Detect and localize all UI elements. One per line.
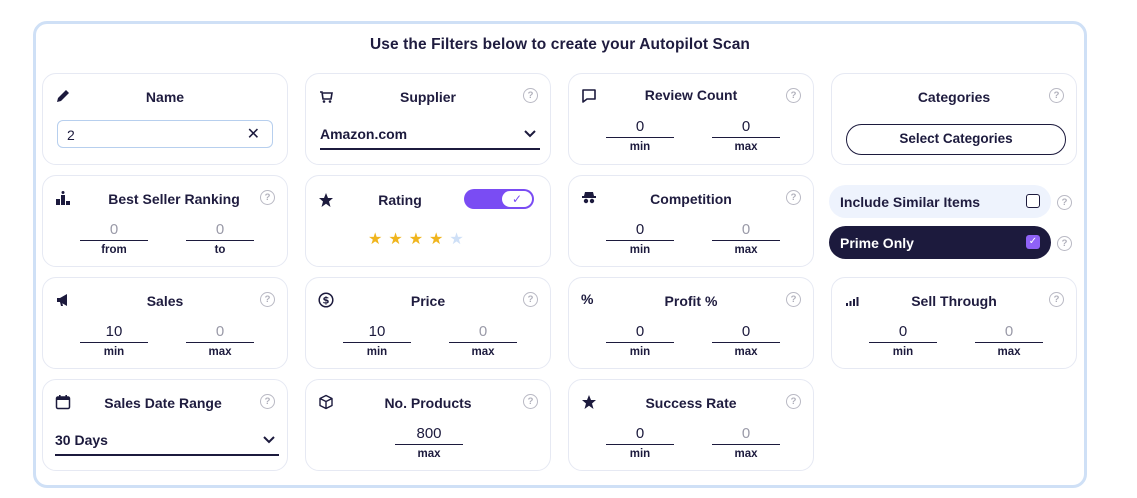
max-label: max xyxy=(734,448,758,460)
profit-title: Profit % xyxy=(664,293,718,309)
sell-through-max-input[interactable]: 0 xyxy=(975,323,1043,343)
bsr-to-input[interactable]: 0 xyxy=(186,221,254,241)
min-label: min xyxy=(629,244,651,256)
rating-stars[interactable]: ★ ★ ★ ★ ★ xyxy=(368,229,470,248)
help-icon[interactable]: ? xyxy=(1049,292,1064,307)
to-label: to xyxy=(214,244,226,256)
name-card: Name 2 ✕ xyxy=(42,73,288,165)
rating-toggle[interactable]: ✓ xyxy=(464,189,534,209)
sales-date-select[interactable]: 30 Days xyxy=(55,430,279,456)
prime-only-checkbox[interactable]: ✓ xyxy=(1026,235,1040,249)
sales-date-card: Sales Date Range ? 30 Days xyxy=(42,379,288,471)
name-input[interactable]: 2 ✕ xyxy=(57,120,273,148)
supplier-card: Supplier ? Amazon.com xyxy=(305,73,551,165)
sell-through-min-input[interactable]: 0 xyxy=(869,323,937,343)
sales-title: Sales xyxy=(146,293,184,309)
help-icon[interactable]: ? xyxy=(786,190,801,205)
help-icon[interactable]: ? xyxy=(523,292,538,307)
bsr-from-input[interactable]: 0 xyxy=(80,221,148,241)
categories-title: Categories xyxy=(917,89,991,105)
help-icon[interactable]: ? xyxy=(786,292,801,307)
help-icon[interactable]: ? xyxy=(523,394,538,409)
products-title: No. Products xyxy=(384,395,472,411)
name-input-value: 2 xyxy=(67,127,75,143)
success-rate-title: Success Rate xyxy=(645,395,737,411)
from-label: from xyxy=(101,244,127,256)
sales-max-input[interactable]: 0 xyxy=(186,323,254,343)
clear-icon[interactable]: ✕ xyxy=(247,124,260,144)
profit-card: % Profit % ? 0 min 0 max xyxy=(568,277,814,369)
min-label: min xyxy=(892,346,914,358)
sales-date-title: Sales Date Range xyxy=(104,395,222,411)
chevron-down-icon xyxy=(524,130,536,138)
help-icon[interactable]: ? xyxy=(523,88,538,103)
include-similar-toggle[interactable]: Include Similar Items xyxy=(829,185,1051,218)
max-label: max xyxy=(734,346,758,358)
products-max-input[interactable]: 800 xyxy=(395,425,463,445)
include-similar-label: Include Similar Items xyxy=(840,194,981,210)
competition-max-input[interactable]: 0 xyxy=(712,221,780,241)
help-icon[interactable]: ? xyxy=(1049,88,1064,103)
min-label: min xyxy=(629,346,651,358)
max-label: max xyxy=(208,346,232,358)
supplier-selected-value: Amazon.com xyxy=(320,126,408,142)
best-seller-card: Best Seller Ranking ? 0 from 0 to xyxy=(42,175,288,267)
toggle-knob: ✓ xyxy=(502,191,532,207)
competition-title: Competition xyxy=(650,191,732,207)
rating-star[interactable]: ★ xyxy=(429,229,443,249)
prime-only-toggle[interactable]: Prime Only ✓ xyxy=(829,226,1051,259)
review-count-min-input[interactable]: 0 xyxy=(606,118,674,138)
supplier-title: Supplier xyxy=(399,89,456,105)
min-label: min xyxy=(366,346,388,358)
sales-card: Sales ? 10 min 0 max xyxy=(42,277,288,369)
review-count-max-input[interactable]: 0 xyxy=(712,118,780,138)
chevron-down-icon xyxy=(263,436,275,444)
categories-card: Categories ? Select Categories xyxy=(831,73,1077,165)
price-card: $ Price ? 10 min 0 max xyxy=(305,277,551,369)
max-label: max xyxy=(471,346,495,358)
name-title: Name xyxy=(145,89,185,105)
sell-through-title: Sell Through xyxy=(911,293,997,309)
include-similar-checkbox[interactable] xyxy=(1026,194,1040,208)
min-label: min xyxy=(629,448,651,460)
help-icon[interactable]: ? xyxy=(1057,236,1072,251)
price-title: Price xyxy=(410,293,446,309)
help-icon[interactable]: ? xyxy=(1057,195,1072,210)
help-icon[interactable]: ? xyxy=(260,292,275,307)
max-label: max xyxy=(997,346,1021,358)
price-min-input[interactable]: 10 xyxy=(343,323,411,343)
price-max-input[interactable]: 0 xyxy=(449,323,517,343)
rating-star[interactable]: ★ xyxy=(409,229,423,249)
success-rate-max-input[interactable]: 0 xyxy=(712,425,780,445)
review-count-card: Review Count ? 0 min 0 max xyxy=(568,73,814,165)
help-icon[interactable]: ? xyxy=(786,88,801,103)
rating-card: Rating ✓ ★ ★ ★ ★ ★ xyxy=(305,175,551,267)
max-label: max xyxy=(734,141,758,153)
supplier-select[interactable]: Amazon.com xyxy=(320,124,540,150)
min-label: min xyxy=(103,346,125,358)
max-label: max xyxy=(417,448,441,460)
success-rate-card: Success Rate ? 0 min 0 max xyxy=(568,379,814,471)
rating-star[interactable]: ★ xyxy=(388,229,402,249)
select-categories-button[interactable]: Select Categories xyxy=(846,124,1066,155)
profit-max-input[interactable]: 0 xyxy=(712,323,780,343)
prime-only-label: Prime Only xyxy=(840,235,914,251)
help-icon[interactable]: ? xyxy=(260,394,275,409)
rating-star[interactable]: ★ xyxy=(449,229,463,249)
sales-min-input[interactable]: 10 xyxy=(80,323,148,343)
rating-star[interactable]: ★ xyxy=(368,229,382,249)
profit-min-input[interactable]: 0 xyxy=(606,323,674,343)
products-card: No. Products ? 800 max xyxy=(305,379,551,471)
min-label: min xyxy=(629,141,651,153)
competition-min-input[interactable]: 0 xyxy=(606,221,674,241)
competition-card: Competition ? 0 min 0 max xyxy=(568,175,814,267)
max-label: max xyxy=(734,244,758,256)
sell-through-card: Sell Through ? 0 min 0 max xyxy=(831,277,1077,369)
sales-date-selected-value: 30 Days xyxy=(55,432,108,448)
help-icon[interactable]: ? xyxy=(786,394,801,409)
page-title: Use the Filters below to create your Aut… xyxy=(369,36,751,53)
review-count-title: Review Count xyxy=(644,87,738,103)
success-rate-min-input[interactable]: 0 xyxy=(606,425,674,445)
